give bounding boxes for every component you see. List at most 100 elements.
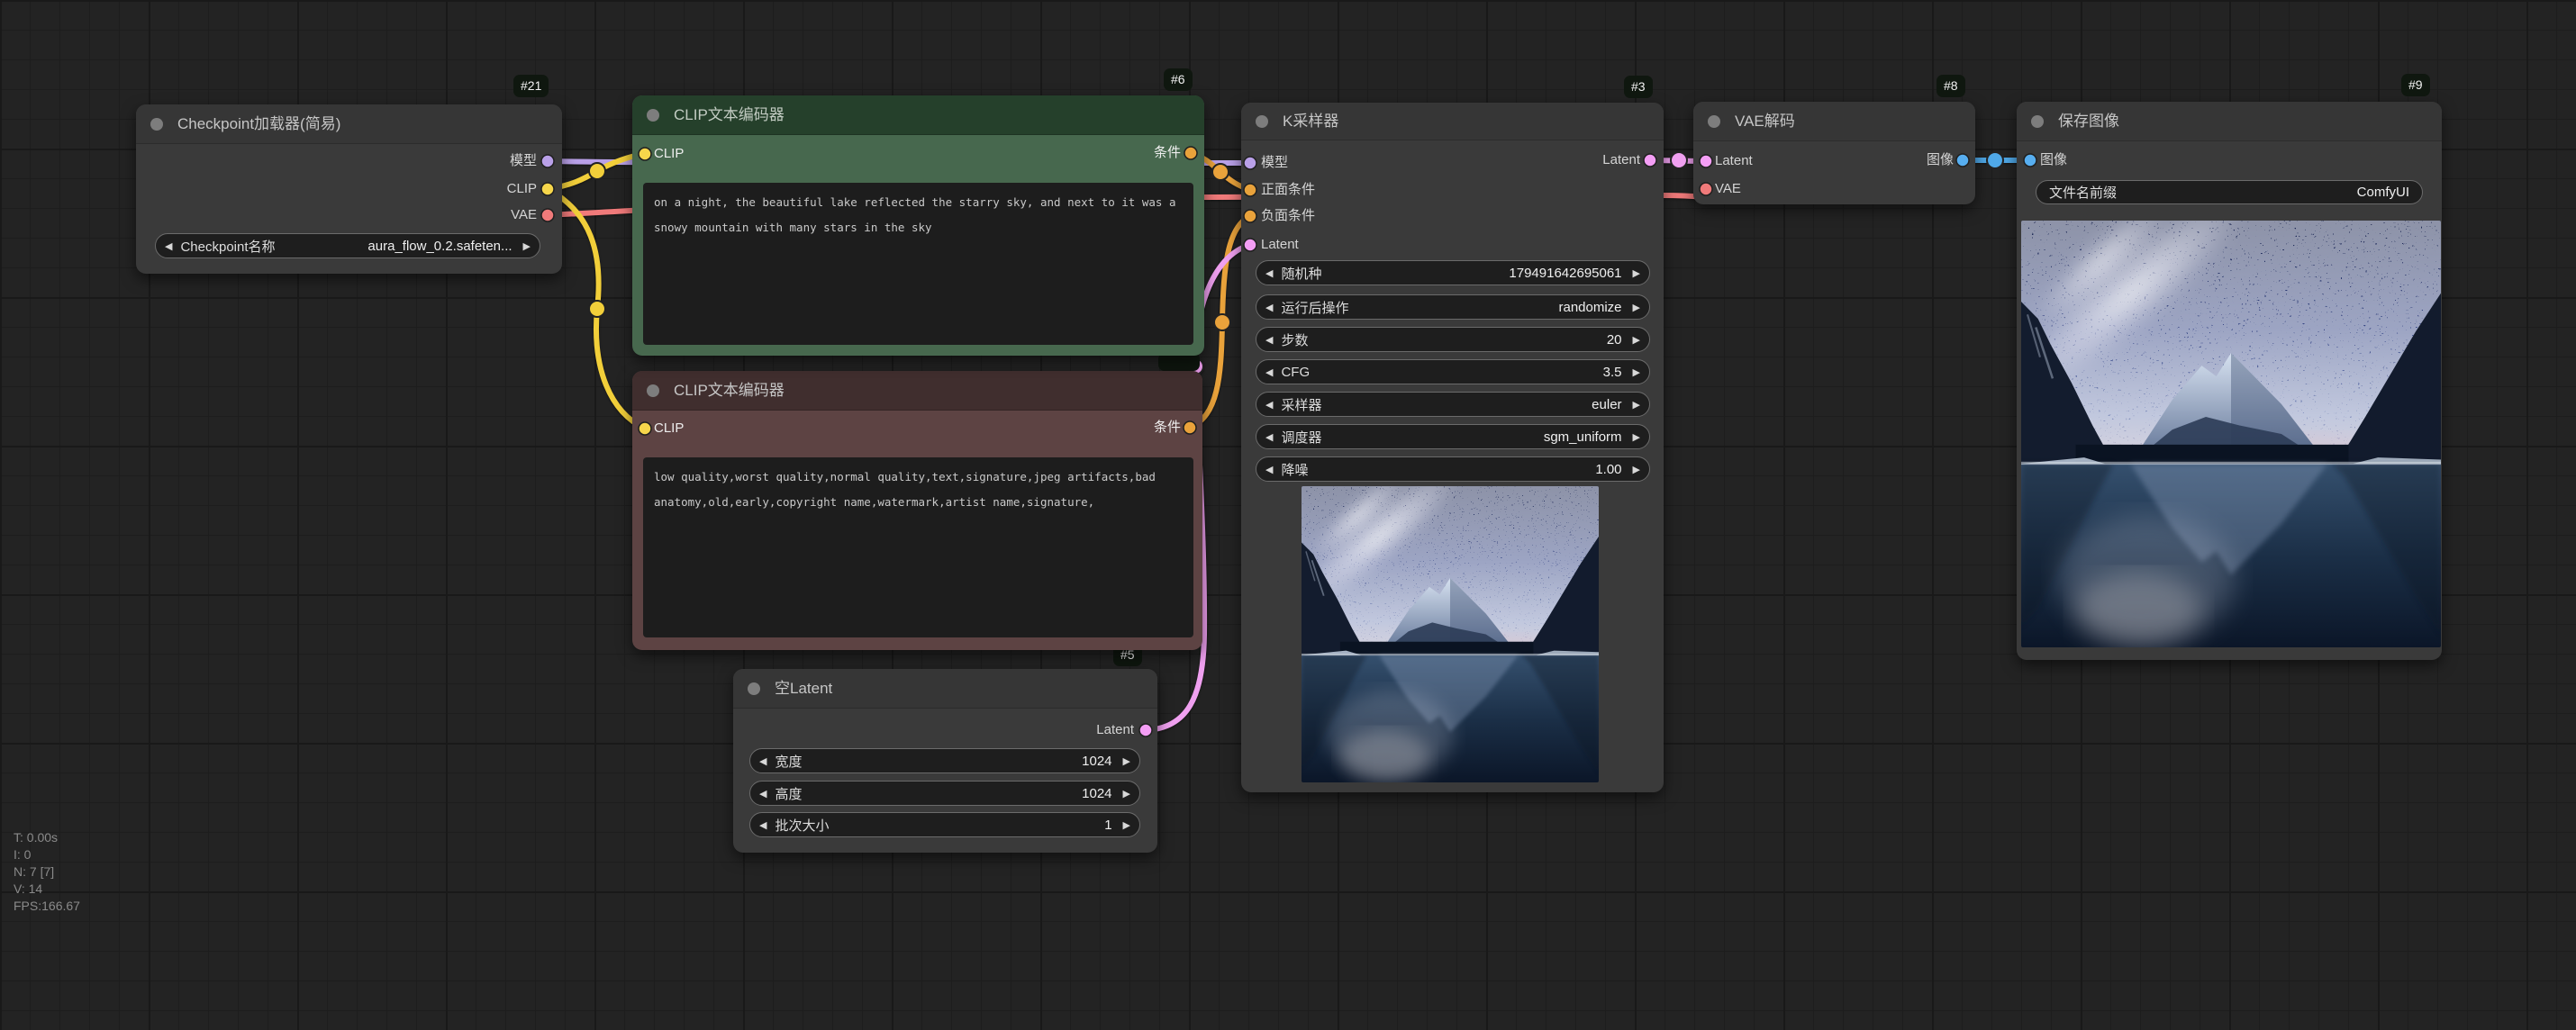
widget-value: 3.5 bbox=[1310, 365, 1621, 380]
denoise-widget[interactable]: ◀ 降噪 1.00 ▶ bbox=[1256, 456, 1650, 482]
reroute-dot-positive-cond[interactable] bbox=[1212, 164, 1229, 180]
next-arrow-icon[interactable]: ▶ bbox=[1123, 819, 1130, 831]
node-badge-checkpoint: #21 bbox=[513, 75, 549, 97]
prev-arrow-icon[interactable]: ◀ bbox=[1265, 334, 1273, 346]
node-title-bar[interactable]: 空Latent bbox=[733, 669, 1157, 709]
next-arrow-icon[interactable]: ▶ bbox=[1633, 366, 1640, 378]
sampler-widget[interactable]: ◀ 采样器 euler ▶ bbox=[1256, 392, 1650, 417]
node-save-image[interactable]: 保存图像 图像 文件名前缀 ComfyUI bbox=[2017, 102, 2442, 660]
cfg-widget[interactable]: ◀ CFG 3.5 ▶ bbox=[1256, 359, 1650, 384]
stat-fps: FPS:166.67 bbox=[14, 898, 80, 915]
collapse-dot-icon[interactable] bbox=[647, 109, 659, 122]
stat-time: T: 0.00s bbox=[14, 829, 80, 846]
input-slot-negative: 负面条件 bbox=[1261, 209, 1315, 223]
prev-arrow-icon[interactable]: ◀ bbox=[759, 755, 766, 767]
input-slot-model: 模型 bbox=[1261, 156, 1288, 170]
next-arrow-icon[interactable]: ▶ bbox=[1633, 267, 1640, 279]
widget-label: 运行后操作 bbox=[1281, 298, 1348, 317]
node-title: 保存图像 bbox=[2058, 102, 2119, 140]
next-arrow-icon[interactable]: ▶ bbox=[1123, 755, 1130, 767]
widget-value: randomize bbox=[1348, 300, 1621, 315]
node-graph-canvas[interactable]: Checkpoint加载器(简易) 模型 CLIP VAE ◀ Checkpoi… bbox=[0, 0, 2576, 1030]
prev-arrow-icon[interactable]: ◀ bbox=[759, 819, 766, 831]
prev-arrow-icon[interactable]: ◀ bbox=[1265, 366, 1273, 378]
collapse-dot-icon[interactable] bbox=[647, 384, 659, 397]
input-slot-latent: Latent bbox=[1261, 238, 1299, 252]
steps-widget[interactable]: ◀ 步数 20 ▶ bbox=[1256, 327, 1650, 352]
prev-arrow-icon[interactable]: ◀ bbox=[759, 788, 766, 800]
checkpoint-name-widget[interactable]: ◀ Checkpoint名称 aura_flow_0.2.safeten... … bbox=[155, 233, 540, 258]
widget-label: 调度器 bbox=[1281, 428, 1321, 447]
scheduler-widget[interactable]: ◀ 调度器 sgm_uniform ▶ bbox=[1256, 424, 1650, 449]
node-vae-decode[interactable]: VAE解码 Latent VAE 图像 bbox=[1693, 102, 1975, 204]
node-clip-text-encode-negative[interactable]: CLIP文本编码器 CLIP 条件 low quality,worst qual… bbox=[632, 371, 1202, 650]
node-title: CLIP文本编码器 bbox=[674, 95, 785, 134]
collapse-dot-icon[interactable] bbox=[150, 118, 163, 131]
next-arrow-icon[interactable]: ▶ bbox=[1633, 399, 1640, 411]
node-empty-latent[interactable]: 空Latent Latent ◀ 宽度 1024 ▶ ◀ 高度 1024 ▶ ◀… bbox=[733, 669, 1157, 853]
input-slot-clip: CLIP bbox=[654, 421, 684, 436]
performance-stats: T: 0.00s I: 0 N: 7 [7] V: 14 FPS:166.67 bbox=[14, 829, 80, 915]
prev-arrow-icon[interactable]: ◀ bbox=[165, 240, 172, 252]
input-slot-clip: CLIP bbox=[654, 147, 684, 161]
node-title: K采样器 bbox=[1283, 103, 1338, 140]
output-slot-model: 模型 bbox=[510, 154, 537, 168]
collapse-dot-icon[interactable] bbox=[1256, 115, 1268, 128]
reroute-dot-negative-cond[interactable] bbox=[1214, 314, 1230, 330]
node-checkpoint-loader[interactable]: Checkpoint加载器(简易) 模型 CLIP VAE ◀ Checkpoi… bbox=[136, 104, 562, 274]
widget-value: euler bbox=[1321, 397, 1621, 412]
control-after-generate-widget[interactable]: ◀ 运行后操作 randomize ▶ bbox=[1256, 294, 1650, 320]
output-slot-conditioning: 条件 bbox=[1154, 146, 1181, 160]
next-arrow-icon[interactable]: ▶ bbox=[1633, 302, 1640, 313]
stat-version: V: 14 bbox=[14, 881, 80, 898]
negative-prompt-textarea[interactable]: low quality,worst quality,normal quality… bbox=[643, 457, 1193, 637]
hidden-badge bbox=[1158, 353, 1200, 371]
output-slot-image: 图像 bbox=[1927, 153, 1954, 167]
next-arrow-icon[interactable]: ▶ bbox=[523, 240, 531, 252]
reroute-dot-latent-out[interactable] bbox=[1671, 152, 1687, 168]
widget-label: 批次大小 bbox=[775, 816, 829, 835]
node-title: CLIP文本编码器 bbox=[674, 371, 785, 410]
reroute-dot-clip-bottom[interactable] bbox=[589, 301, 605, 317]
collapse-dot-icon[interactable] bbox=[1708, 115, 1720, 128]
node-title-bar[interactable]: VAE解码 bbox=[1693, 102, 1975, 141]
prev-arrow-icon[interactable]: ◀ bbox=[1265, 431, 1273, 443]
widget-label: 宽度 bbox=[775, 752, 802, 771]
ksampler-preview-image bbox=[1302, 486, 1599, 782]
widget-label: 随机种 bbox=[1281, 264, 1321, 283]
node-title-bar[interactable]: 保存图像 bbox=[2017, 102, 2442, 141]
collapse-dot-icon[interactable] bbox=[2031, 115, 2044, 128]
input-slot-latent: Latent bbox=[1715, 154, 1753, 168]
widget-value: 179491642695061 bbox=[1321, 266, 1621, 281]
prev-arrow-icon[interactable]: ◀ bbox=[1265, 464, 1273, 475]
widget-label: CFG bbox=[1281, 365, 1310, 380]
next-arrow-icon[interactable]: ▶ bbox=[1633, 334, 1640, 346]
seed-widget[interactable]: ◀ 随机种 179491642695061 ▶ bbox=[1256, 260, 1650, 285]
node-badge-clip-positive: #6 bbox=[1164, 68, 1193, 91]
reroute-dot-image[interactable] bbox=[1987, 152, 2003, 168]
reroute-dot-clip-top[interactable] bbox=[589, 163, 605, 179]
collapse-dot-icon[interactable] bbox=[748, 682, 760, 695]
width-widget[interactable]: ◀ 宽度 1024 ▶ bbox=[749, 748, 1140, 773]
prev-arrow-icon[interactable]: ◀ bbox=[1265, 399, 1273, 411]
node-clip-text-encode-positive[interactable]: CLIP文本编码器 CLIP 条件 on a night, the beauti… bbox=[632, 95, 1204, 356]
node-title-bar[interactable]: CLIP文本编码器 bbox=[632, 95, 1204, 135]
node-ksampler[interactable]: K采样器 模型 正面条件 负面条件 Latent Latent ◀ 随机种 17… bbox=[1241, 103, 1664, 792]
prev-arrow-icon[interactable]: ◀ bbox=[1265, 267, 1273, 279]
input-slot-positive: 正面条件 bbox=[1261, 183, 1315, 197]
positive-prompt-textarea[interactable]: on a night, the beautiful lake reflected… bbox=[643, 183, 1193, 345]
next-arrow-icon[interactable]: ▶ bbox=[1633, 464, 1640, 475]
next-arrow-icon[interactable]: ▶ bbox=[1123, 788, 1130, 800]
next-arrow-icon[interactable]: ▶ bbox=[1633, 431, 1640, 443]
widget-value: 1 bbox=[829, 818, 1111, 833]
node-title-bar[interactable]: K采样器 bbox=[1241, 103, 1664, 140]
prev-arrow-icon[interactable]: ◀ bbox=[1265, 302, 1273, 313]
batch-size-widget[interactable]: ◀ 批次大小 1 ▶ bbox=[749, 812, 1140, 837]
node-title-bar[interactable]: Checkpoint加载器(简易) bbox=[136, 104, 562, 144]
wire-clip-positive bbox=[548, 154, 645, 189]
widget-value: 1.00 bbox=[1308, 462, 1621, 477]
filename-prefix-widget[interactable]: 文件名前缀 ComfyUI bbox=[2036, 180, 2423, 204]
height-widget[interactable]: ◀ 高度 1024 ▶ bbox=[749, 781, 1140, 806]
widget-value: 20 bbox=[1308, 332, 1621, 348]
node-title-bar[interactable]: CLIP文本编码器 bbox=[632, 371, 1202, 411]
